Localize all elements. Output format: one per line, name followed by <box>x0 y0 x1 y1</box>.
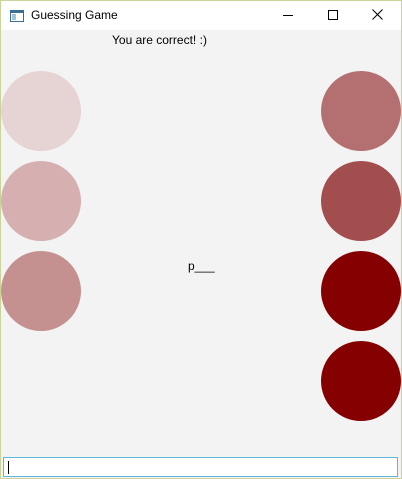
right-circle-2 <box>321 161 401 241</box>
close-icon <box>372 7 383 25</box>
right-circle-3 <box>321 251 401 331</box>
text-caret <box>8 461 9 474</box>
status-message: You are correct! :) <box>112 33 207 47</box>
right-circle-4 <box>321 341 401 421</box>
close-button[interactable] <box>355 1 400 30</box>
minimize-button[interactable] <box>265 1 310 30</box>
app-window-icon <box>10 9 24 22</box>
window-title: Guessing Game <box>31 8 118 22</box>
left-circle-3 <box>1 251 81 331</box>
right-circle-1 <box>321 71 401 151</box>
minimize-icon <box>282 7 293 25</box>
maximize-icon <box>327 7 338 25</box>
left-circle-2 <box>1 161 81 241</box>
game-area: You are correct! :) p___ <box>1 30 401 478</box>
maximize-button[interactable] <box>310 1 355 30</box>
app-window: Guessing Game You are correct!:) p___ <box>0 0 402 479</box>
left-circle-1 <box>1 71 81 151</box>
guess-input[interactable] <box>3 457 398 477</box>
title-bar[interactable]: Guessing Game <box>1 1 401 30</box>
hidden-word: p___ <box>188 259 215 273</box>
